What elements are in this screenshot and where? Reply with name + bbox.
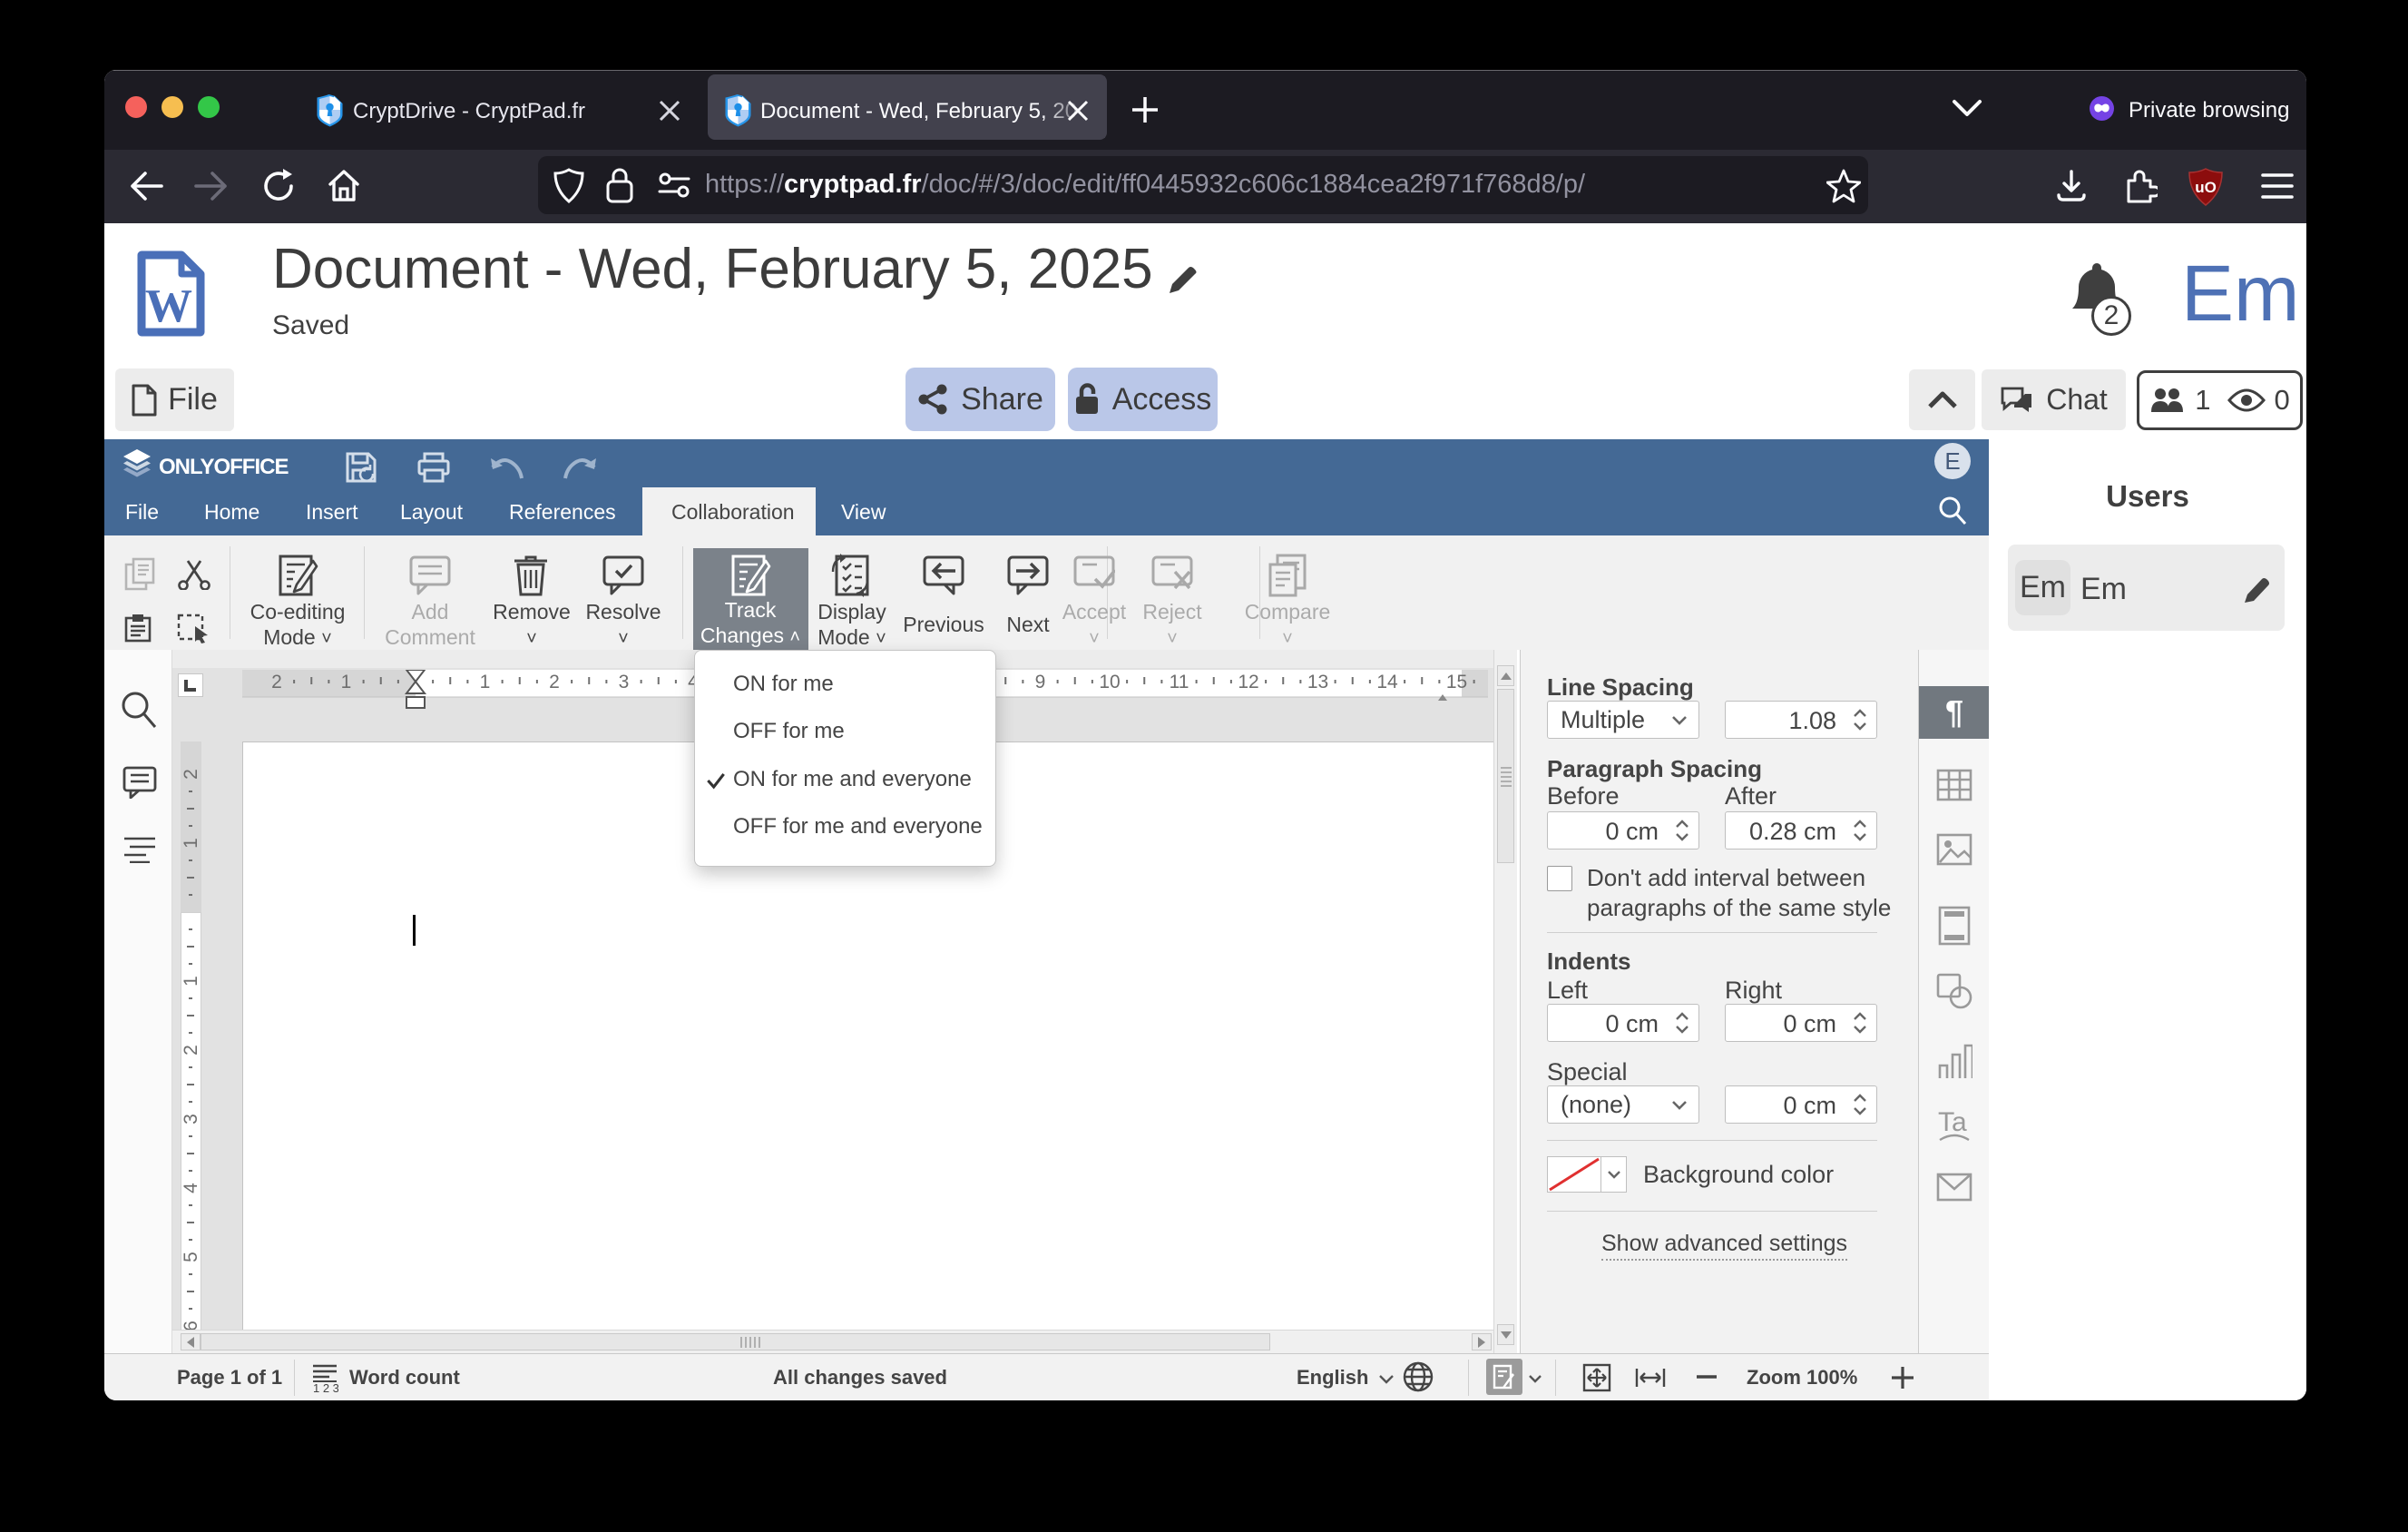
svg-text:2: 2 [181,769,201,780]
svg-text:1: 1 [341,672,352,692]
svg-text:15: 15 [1446,672,1467,692]
svg-text:uO: uO [2195,179,2217,196]
svg-text:1 2 3: 1 2 3 [313,1381,338,1392]
svg-text:1: 1 [181,976,201,987]
svg-text:3: 3 [181,1114,201,1124]
svg-text:3: 3 [619,672,630,692]
svg-text:2: 2 [549,672,560,692]
svg-text:1: 1 [181,838,201,849]
svg-text:4: 4 [181,1183,201,1193]
svg-text:10: 10 [1099,672,1120,692]
svg-text:W: W [145,280,192,332]
svg-text:13: 13 [1307,672,1328,692]
svg-text:1: 1 [480,672,491,692]
svg-text:Ta: Ta [1938,1107,1967,1137]
svg-text:14: 14 [1376,672,1398,692]
svg-text:11: 11 [1170,672,1189,692]
svg-text:5: 5 [181,1252,201,1262]
svg-text:2: 2 [181,1045,201,1056]
svg-text:9: 9 [1035,672,1046,692]
svg-text:2: 2 [271,672,282,692]
svg-text:12: 12 [1238,672,1258,692]
